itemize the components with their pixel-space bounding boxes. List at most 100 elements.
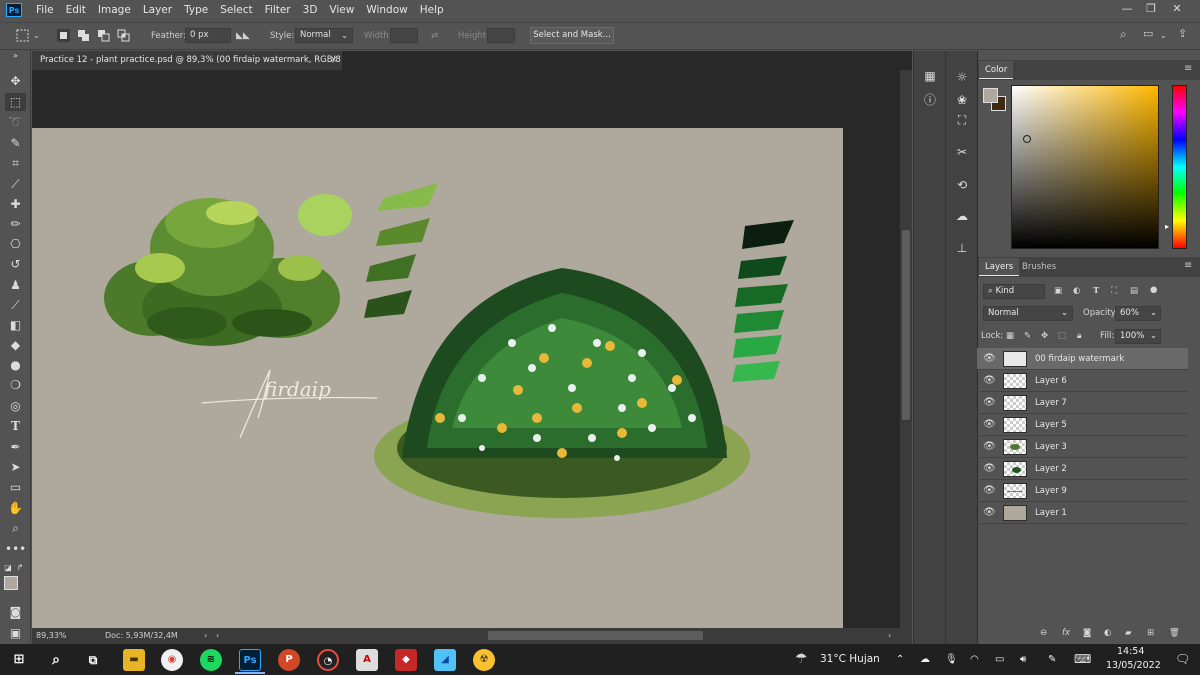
history-brush-tool-icon[interactable]: ↺ [5, 255, 26, 273]
hue-slider-handle-icon[interactable]: ▸ [1165, 222, 1169, 231]
lock-position-icon[interactable]: ✥ [1041, 329, 1048, 344]
dodge-tool-icon[interactable]: ❍ [5, 376, 26, 394]
workspace-icon[interactable]: ▭ [1143, 27, 1153, 41]
layer-row-layer-2[interactable]: 👁︎ Layer 2 [977, 458, 1188, 480]
pen-tool-icon[interactable]: ✒ [5, 438, 26, 456]
add-mask-icon[interactable]: ◙ [1083, 626, 1091, 641]
layer-row-layer-7[interactable]: 👁︎ Layer 7 [977, 392, 1188, 414]
crop-tool-icon[interactable]: ⌗ [5, 154, 26, 172]
foreground-color-swatch[interactable] [4, 576, 18, 590]
paths-panel-icon[interactable]: ⛶ [952, 111, 972, 129]
layer-row-layer-3[interactable]: 👁︎ Layer 3 [977, 436, 1188, 458]
filter-shape-icon[interactable]: ⛶ [1111, 284, 1117, 299]
tab-brushes[interactable]: Brushes [1016, 258, 1062, 276]
filter-pixel-icon[interactable]: ▣ [1054, 284, 1062, 299]
menu-help[interactable]: Help [414, 0, 450, 20]
menu-filter[interactable]: Filter [259, 0, 297, 20]
filter-type-icon[interactable]: T [1093, 284, 1099, 299]
select-and-mask-button[interactable]: Select and Mask... [530, 27, 614, 44]
color-panel-fg-swatch[interactable] [983, 88, 998, 103]
spotify-icon[interactable]: ≋ [200, 649, 222, 671]
brush-tool-icon[interactable]: ✏ [5, 215, 26, 233]
filter-adjustment-icon[interactable]: ◐ [1073, 284, 1080, 299]
visibility-eye-icon[interactable]: 👁︎ [983, 353, 996, 365]
visibility-eye-icon[interactable]: 👁︎ [983, 441, 996, 453]
onedrive-icon[interactable]: ☁ [920, 644, 930, 675]
visibility-eye-icon[interactable]: 👁︎ [983, 507, 996, 519]
menu-3d[interactable]: 3D [297, 0, 324, 20]
swap-dimensions-icon[interactable]: ⇄ [431, 29, 438, 43]
layer-name[interactable]: Layer 7 [1035, 392, 1067, 414]
visibility-eye-icon[interactable]: 👁︎ [983, 485, 996, 497]
stamp-tool-icon[interactable]: ♟ [5, 276, 26, 294]
microphone-icon[interactable]: 🎙︎ [945, 644, 958, 675]
workspace-chevron-icon[interactable]: ⌄ [1160, 29, 1167, 43]
visibility-eye-icon[interactable]: 👁︎ [983, 397, 996, 409]
hand-tool-icon[interactable]: ✋ [5, 499, 26, 517]
eyedropper-tool-icon[interactable]: ⟋ [5, 175, 26, 193]
layer-style-icon[interactable]: fx [1062, 626, 1070, 641]
task-view-icon[interactable]: ⧉ [82, 649, 104, 671]
restore-icon[interactable]: ❐ [1140, 0, 1162, 18]
sketchup-icon[interactable]: ◆ [395, 649, 417, 671]
clone-source-icon[interactable]: ⊥ [952, 239, 972, 257]
lock-transparency-icon[interactable]: ▦ [1006, 329, 1014, 344]
autocad-icon[interactable]: A [356, 649, 378, 671]
tab-layers[interactable]: Layers [979, 258, 1020, 276]
delete-layer-icon[interactable]: 🗑︎ [1169, 626, 1180, 641]
layer-name[interactable]: 00 firdaip watermark [1035, 348, 1124, 370]
lock-all-icon[interactable]: 🔒︎ [1077, 329, 1082, 344]
layer-name[interactable]: Layer 6 [1035, 370, 1067, 392]
paint-bucket-tool-icon[interactable]: ◆ [5, 336, 26, 354]
search-icon[interactable]: ⌕ [1120, 27, 1127, 41]
davinci-icon[interactable]: ◔ [317, 649, 339, 671]
more-tools-icon[interactable]: ••• [5, 540, 26, 558]
healing-brush-tool-icon[interactable]: ✚ [5, 195, 26, 213]
zoom-tool-icon[interactable]: ⌕ [5, 519, 26, 537]
type-tool-icon[interactable]: T [5, 417, 26, 435]
visibility-eye-icon[interactable]: 👁︎ [983, 463, 996, 475]
menu-layer[interactable]: Layer [137, 0, 178, 20]
opacity-input[interactable]: 60% ⌄ [1115, 306, 1161, 321]
menu-type[interactable]: Type [178, 0, 214, 20]
menu-window[interactable]: Window [360, 0, 413, 20]
screen-mode-icon[interactable]: ▣ [5, 624, 26, 642]
sponge-tool-icon[interactable]: ◎ [5, 397, 26, 415]
layer-name[interactable]: Layer 5 [1035, 414, 1067, 436]
lasso-tool-icon[interactable]: ➰ [5, 113, 26, 131]
color-picker-cursor[interactable] [1023, 135, 1031, 143]
battery-icon[interactable]: ▭ [995, 644, 1004, 675]
anti-alias-icon[interactable]: ◣◣ [236, 29, 250, 43]
menu-select[interactable]: Select [214, 0, 258, 20]
marquee-preset-icon[interactable] [16, 29, 29, 42]
zoom-level[interactable]: 89,33% [36, 628, 67, 644]
wifi-icon[interactable]: ◠ [970, 644, 979, 675]
tab-close-icon[interactable]: × [330, 51, 342, 70]
clock-date[interactable]: 13/05/2022 [1106, 650, 1161, 675]
layer-name[interactable]: Layer 2 [1035, 458, 1067, 480]
menu-edit[interactable]: Edit [60, 0, 92, 20]
creative-cloud-icon[interactable]: ☁ [952, 207, 972, 225]
scroll-left-icon[interactable]: ‹ [216, 628, 219, 644]
status-menu-chevron-icon[interactable]: › [204, 628, 207, 644]
volume-icon[interactable]: 🔊︎ [1020, 644, 1026, 675]
intersect-selection-icon[interactable] [117, 29, 130, 42]
adjustments-panel-icon[interactable]: ☼ [952, 68, 972, 86]
minimize-icon[interactable]: — [1116, 0, 1138, 18]
layer-row-layer-5[interactable]: 👁︎ Layer 5 [977, 414, 1188, 436]
file-explorer-icon[interactable]: ▬ [123, 649, 145, 671]
default-colors-icon[interactable]: ◪ [3, 559, 13, 577]
new-selection-icon[interactable] [57, 29, 70, 42]
tray-expand-icon[interactable]: ⌃ [896, 644, 904, 675]
photoshop-taskbar-icon[interactable]: Ps [239, 649, 261, 671]
mixer-brush-tool-icon[interactable]: ⟋ [5, 296, 26, 314]
height-input[interactable] [487, 28, 515, 43]
toolbar-collapse-icon[interactable]: » [5, 51, 26, 61]
layer-row-watermark[interactable]: 👁︎ 00 firdaip watermark [977, 348, 1188, 370]
search-icon[interactable]: ⌕ [45, 649, 67, 671]
saturation-value-picker[interactable] [1011, 85, 1159, 249]
layer-row-layer-9[interactable]: 👁︎ Layer 9 [977, 480, 1188, 502]
document-tab[interactable]: Practice 12 - plant practice.psd @ 89,3%… [32, 51, 342, 70]
layer-name[interactable]: Layer 9 [1035, 480, 1067, 502]
quick-selection-tool-icon[interactable]: ✎ [5, 134, 26, 152]
